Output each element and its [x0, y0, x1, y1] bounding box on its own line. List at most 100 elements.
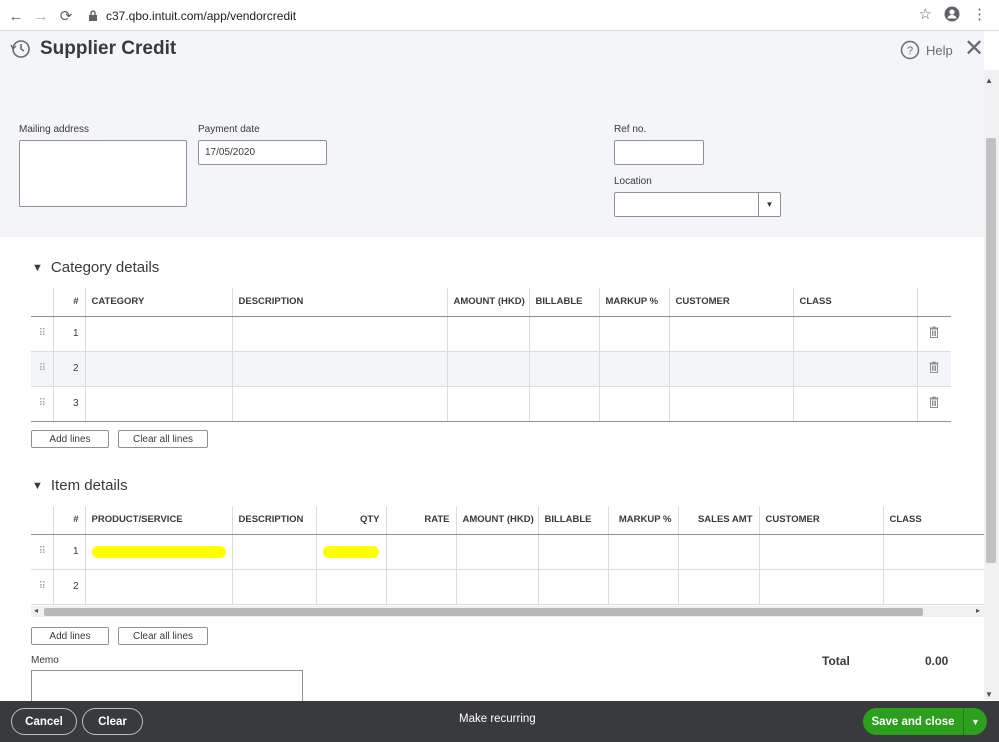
billable-cell[interactable]: [528, 351, 599, 387]
amount-cell[interactable]: [446, 386, 529, 422]
markup-cell[interactable]: [607, 534, 678, 570]
back-arrow-icon[interactable]: ←: [4, 4, 28, 28]
clear-button[interactable]: Clear: [82, 708, 143, 735]
payment-date-field[interactable]: 17/05/2020: [198, 140, 327, 165]
caret-down-icon: ▼: [32, 479, 43, 492]
amount-cell[interactable]: [446, 316, 529, 352]
scroll-down-icon[interactable]: ▼: [985, 690, 993, 699]
col-header: AMOUNT (HKD): [455, 506, 538, 535]
category-cell[interactable]: [84, 386, 232, 422]
rate-cell[interactable]: [385, 569, 456, 605]
browser-toolbar: ← → ⟳ c37.qbo.intuit.com/app/vendorcredi…: [0, 0, 999, 31]
description-cell[interactable]: [231, 569, 316, 605]
category-add-lines-button[interactable]: Add lines: [31, 430, 109, 448]
table-row[interactable]: ⠿ 2: [31, 569, 984, 605]
drag-handle-icon[interactable]: ⠿: [31, 534, 53, 570]
history-icon[interactable]: [10, 39, 32, 59]
trash-icon[interactable]: [916, 316, 951, 352]
item-details-title: Item details: [50, 477, 128, 494]
vertical-scroll-thumb[interactable]: [986, 138, 996, 563]
markup-cell[interactable]: [598, 351, 669, 387]
col-header: RATE: [385, 506, 456, 535]
item-details-toggle[interactable]: ▼ Item details: [32, 477, 128, 494]
category-clear-lines-button[interactable]: Clear all lines: [118, 430, 208, 448]
sales-amt-cell[interactable]: [677, 534, 759, 570]
product-cell[interactable]: [84, 569, 232, 605]
amount-cell[interactable]: [455, 569, 538, 605]
col-header: BILLABLE: [537, 506, 608, 535]
billable-cell[interactable]: [537, 534, 608, 570]
markup-cell[interactable]: [598, 316, 669, 352]
markup-cell[interactable]: [598, 386, 669, 422]
description-cell[interactable]: [231, 534, 316, 570]
forward-arrow-icon[interactable]: →: [29, 4, 53, 28]
customer-cell[interactable]: [758, 569, 883, 605]
item-add-lines-button[interactable]: Add lines: [31, 627, 109, 645]
category-cell[interactable]: [84, 316, 232, 352]
qty-cell[interactable]: [315, 534, 386, 570]
scroll-up-icon[interactable]: ▲: [985, 76, 993, 85]
profile-icon[interactable]: [944, 6, 960, 22]
ref-no-label: Ref no.: [614, 124, 647, 135]
rate-cell[interactable]: [385, 534, 456, 570]
lock-icon: [89, 9, 97, 21]
amount-cell[interactable]: [446, 351, 529, 387]
description-cell[interactable]: [231, 386, 447, 422]
memo-field[interactable]: [31, 670, 303, 702]
billable-cell[interactable]: [528, 386, 599, 422]
product-cell[interactable]: [84, 534, 232, 570]
help-button[interactable]: ? Help: [900, 40, 953, 60]
class-cell[interactable]: [792, 316, 917, 352]
class-cell[interactable]: [882, 534, 984, 570]
table-divider: [31, 421, 951, 422]
class-cell[interactable]: [792, 351, 917, 387]
close-icon[interactable]: ✕: [964, 37, 984, 61]
mailing-address-field[interactable]: [19, 140, 187, 207]
amount-cell[interactable]: [455, 534, 538, 570]
drag-handle-icon[interactable]: ⠿: [31, 569, 53, 605]
qty-cell[interactable]: [315, 569, 386, 605]
reload-icon[interactable]: ⟳: [54, 4, 78, 28]
row-number: 2: [52, 569, 85, 605]
highlight-mark: [91, 545, 226, 558]
browser-menu-icon[interactable]: ⋮: [972, 5, 987, 23]
class-cell[interactable]: [792, 386, 917, 422]
drag-handle-icon[interactable]: ⠿: [31, 351, 53, 387]
class-cell[interactable]: [882, 569, 984, 605]
item-clear-lines-button[interactable]: Clear all lines: [118, 627, 208, 645]
sales-amt-cell[interactable]: [677, 569, 759, 605]
category-details-toggle[interactable]: ▼ Category details: [32, 259, 159, 276]
table-row[interactable]: ⠿ 1: [31, 316, 951, 352]
table-row[interactable]: ⠿ 1: [31, 534, 984, 570]
col-header: #: [52, 288, 85, 317]
col-header: SALES AMT: [677, 506, 759, 535]
address-bar[interactable]: c37.qbo.intuit.com/app/vendorcredit: [88, 4, 678, 27]
scroll-left-icon[interactable]: ◂: [34, 606, 38, 615]
billable-cell[interactable]: [528, 316, 599, 352]
chevron-down-icon[interactable]: ▼: [963, 708, 987, 735]
ref-no-field[interactable]: [614, 140, 704, 165]
markup-cell[interactable]: [607, 569, 678, 605]
svg-text:?: ?: [907, 45, 913, 57]
billable-cell[interactable]: [537, 569, 608, 605]
trash-icon[interactable]: [916, 386, 951, 422]
drag-handle-icon[interactable]: ⠿: [31, 316, 53, 352]
cancel-button[interactable]: Cancel: [11, 708, 77, 735]
save-and-close-button[interactable]: Save and close ▼: [863, 708, 987, 735]
customer-cell[interactable]: [668, 351, 793, 387]
drag-handle-icon[interactable]: ⠿: [31, 386, 53, 422]
description-cell[interactable]: [231, 316, 447, 352]
scroll-right-icon[interactable]: ▸: [976, 606, 980, 615]
trash-icon[interactable]: [916, 351, 951, 387]
customer-cell[interactable]: [668, 386, 793, 422]
table-row[interactable]: ⠿ 3: [31, 386, 951, 422]
description-cell[interactable]: [231, 351, 447, 387]
make-recurring-link[interactable]: Make recurring: [459, 713, 536, 725]
bookmark-star-icon[interactable]: ☆: [919, 5, 932, 23]
customer-cell[interactable]: [758, 534, 883, 570]
category-cell[interactable]: [84, 351, 232, 387]
horizontal-scroll-thumb[interactable]: [44, 608, 923, 616]
location-select[interactable]: ▼: [614, 192, 781, 217]
customer-cell[interactable]: [668, 316, 793, 352]
table-row[interactable]: ⠿ 2: [31, 351, 951, 387]
